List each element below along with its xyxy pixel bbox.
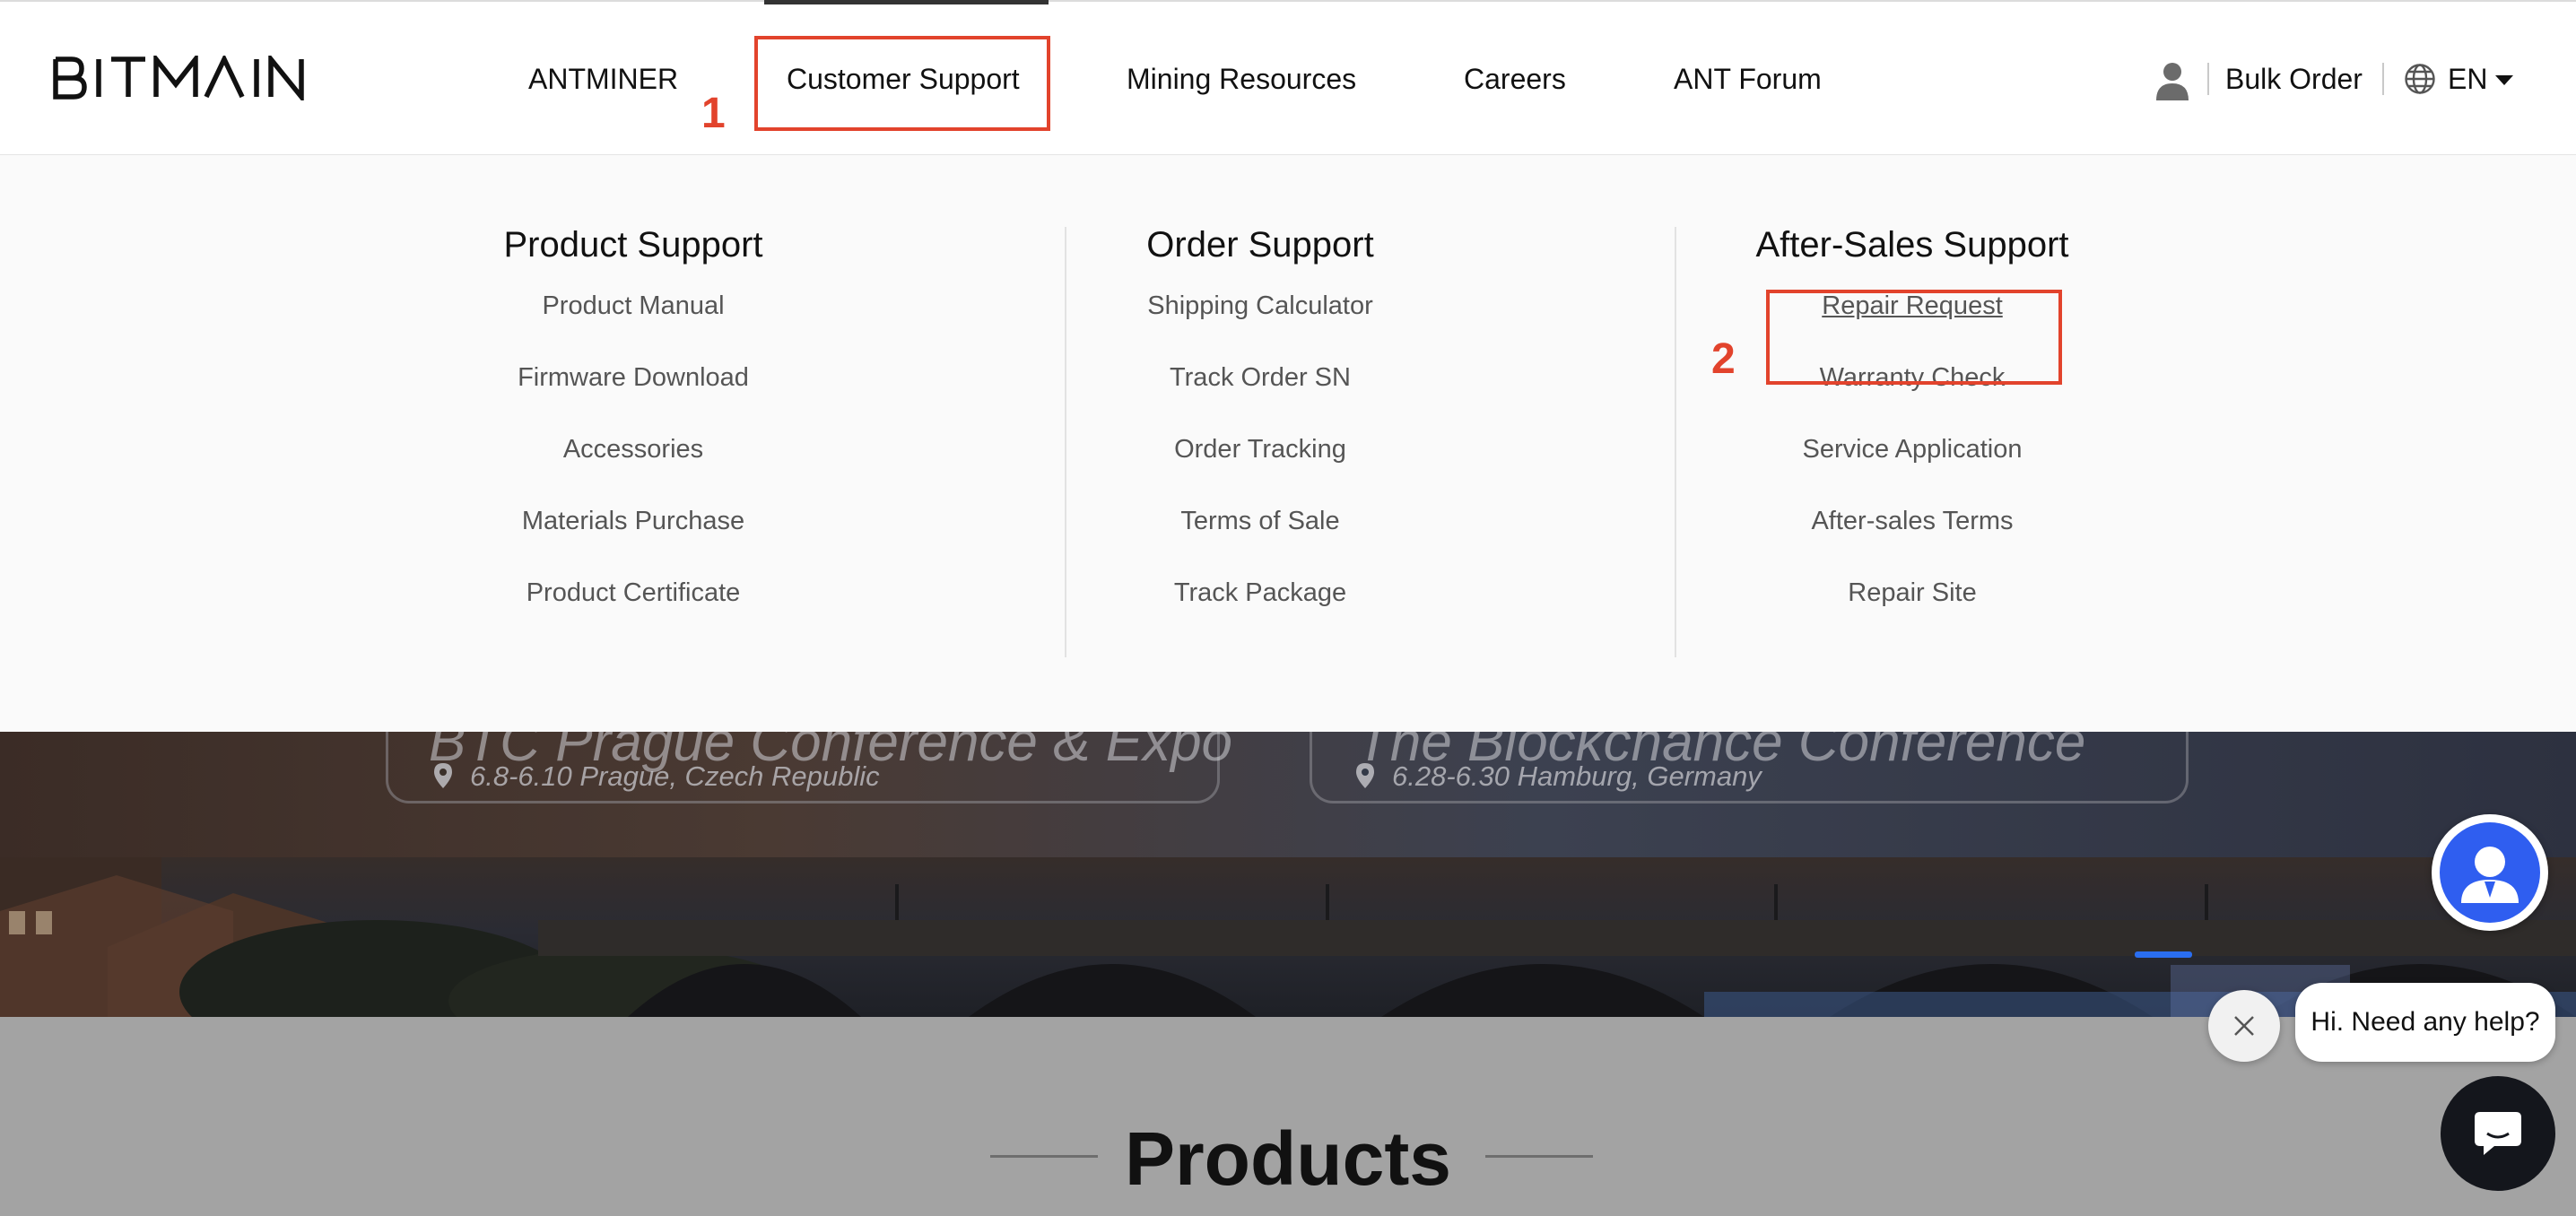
annotation-number-2: 2 (1711, 335, 1736, 383)
menu-item-after-sales-terms[interactable]: After-sales Terms (1607, 485, 2217, 557)
location-pin-icon (1356, 763, 1374, 788)
products-heading: Products (1124, 1116, 1452, 1201)
header-divider (2207, 63, 2209, 95)
user-account-icon[interactable] (2154, 61, 2190, 100)
carousel-indicator-active[interactable] (2135, 951, 2192, 958)
chat-bubble-icon (2475, 1112, 2521, 1155)
menu-item-repair-site[interactable]: Repair Site (1607, 557, 2217, 629)
menu-item-service-application[interactable]: Service Application (1607, 413, 2217, 485)
column-after-sales-support: After-Sales Support Repair Request Warra… (1607, 220, 2217, 629)
column-product-support: Product Support Product Manual Firmware … (328, 220, 938, 629)
chat-prompt-bubble[interactable]: Hi. Need any help? (2295, 983, 2555, 1062)
nav-active-indicator (764, 0, 1049, 4)
annotation-number-1: 1 (701, 90, 726, 137)
support-agent-button[interactable] (2432, 814, 2548, 931)
location-pin-icon (434, 763, 452, 788)
menu-item-product-certificate[interactable]: Product Certificate (328, 557, 938, 629)
bitmain-logo[interactable] (52, 56, 309, 100)
menu-item-track-order-sn[interactable]: Track Order SN (955, 342, 1565, 413)
close-icon (2234, 1016, 2254, 1036)
menu-item-terms-of-sale[interactable]: Terms of Sale (955, 485, 1565, 557)
nav-mining-resources[interactable]: Mining Resources (1127, 63, 1356, 96)
column-title: Order Support (1146, 225, 1374, 265)
nav-antminer[interactable]: ANTMINER (528, 63, 678, 96)
title-decor-line (1485, 1155, 1593, 1158)
products-section: Products (0, 1017, 2576, 1216)
close-chat-prompt-button[interactable] (2208, 990, 2280, 1062)
language-selector[interactable]: EN (2448, 63, 2487, 96)
customer-support-dropdown: Product Support Product Manual Firmware … (0, 155, 2576, 732)
nav-ant-forum[interactable]: ANT Forum (1674, 63, 1822, 96)
globe-icon[interactable] (2404, 63, 2436, 95)
menu-item-firmware-download[interactable]: Firmware Download (328, 342, 938, 413)
menu-item-track-package[interactable]: Track Package (955, 557, 1565, 629)
column-order-support: Order Support Shipping Calculator Track … (955, 220, 1565, 629)
site-header: ANTMINER Customer Support Mining Resourc… (0, 0, 2576, 155)
logo-wordmark (53, 56, 304, 100)
support-agent-icon (2440, 822, 2540, 923)
menu-item-shipping-calculator[interactable]: Shipping Calculator (955, 270, 1565, 342)
menu-item-accessories[interactable]: Accessories (328, 413, 938, 485)
menu-item-product-manual[interactable]: Product Manual (328, 270, 938, 342)
event-subtitle: 6.8-6.10 Prague, Czech Republic (470, 760, 880, 792)
nav-careers[interactable]: Careers (1464, 63, 1566, 96)
menu-item-materials-purchase[interactable]: Materials Purchase (328, 485, 938, 557)
open-chat-button[interactable] (2441, 1076, 2555, 1191)
column-title: Product Support (503, 225, 763, 265)
header-divider (2382, 63, 2384, 95)
chevron-down-icon[interactable] (2495, 75, 2513, 85)
hero-banner[interactable]: BTC Prague Conference & Expo 6.8-6.10 Pr… (0, 732, 2576, 1017)
bulk-order-link[interactable]: Bulk Order (2225, 63, 2363, 96)
menu-item-warranty-check[interactable]: Warranty Check (1607, 342, 2217, 413)
event-subtitle: 6.28-6.30 Hamburg, Germany (1392, 760, 1762, 792)
menu-item-order-tracking[interactable]: Order Tracking (955, 413, 1565, 485)
column-title: After-Sales Support (1755, 225, 2069, 265)
nav-customer-support[interactable]: Customer Support (787, 63, 1020, 96)
menu-item-repair-request[interactable]: Repair Request (1607, 270, 2217, 342)
bridge-scenery (0, 857, 2576, 1017)
